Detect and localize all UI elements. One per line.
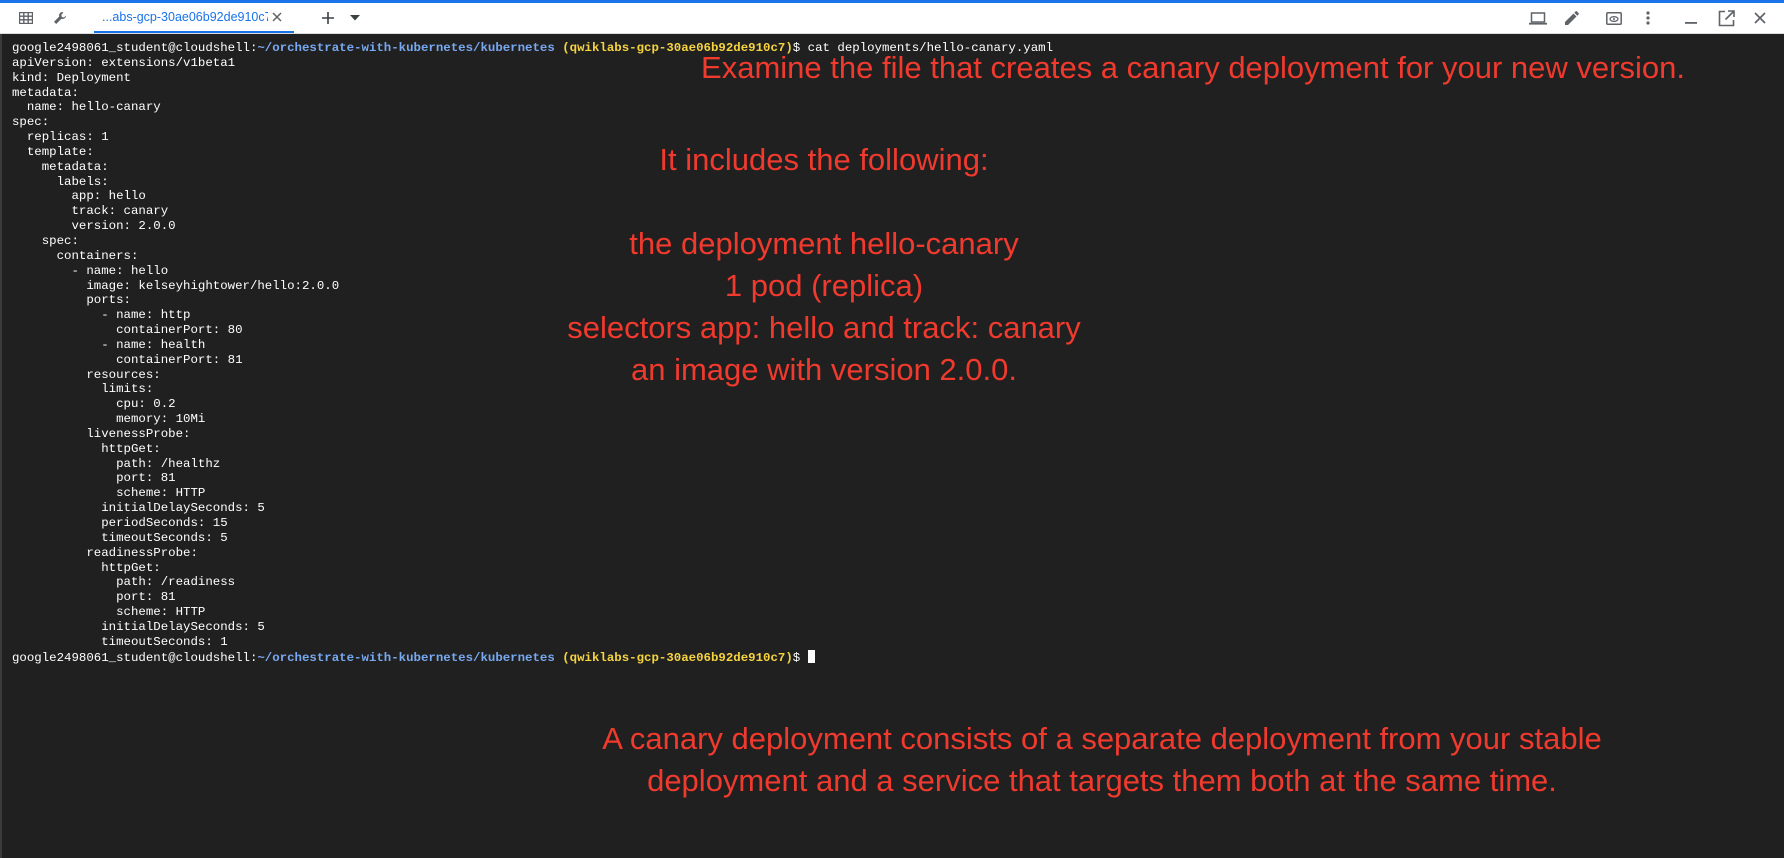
- yaml-line: scheme: HTTP: [12, 605, 206, 620]
- yaml-line: spec:: [12, 115, 50, 130]
- tab-cloudshell-session[interactable]: ...abs-gcp-30ae06b92de910c7): [94, 3, 294, 33]
- yaml-line: timeoutSeconds: 1: [12, 634, 228, 649]
- yaml-line: name: hello-canary: [12, 100, 161, 115]
- yaml-line: scheme: HTTP: [12, 486, 206, 501]
- yaml-line: resources:: [12, 367, 161, 382]
- minimize-icon[interactable]: [1677, 3, 1705, 33]
- prompt-symbol: $: [792, 650, 808, 665]
- yaml-line: labels:: [12, 174, 109, 189]
- prompt-user: google2498061_student@cloudshell:: [12, 650, 258, 665]
- yaml-line: containers:: [12, 248, 139, 263]
- prompt-line: google2498061_student@cloudshell:~/orche…: [12, 649, 815, 665]
- preview-icon[interactable]: [1600, 3, 1628, 33]
- yaml-line: image: kelseyhightower/hello:2.0.0: [12, 278, 340, 293]
- cloudshell-toolbar: ...abs-gcp-30ae06b92de910c7): [0, 3, 1784, 34]
- yaml-line: cpu: 0.2: [12, 397, 176, 412]
- yaml-line: initialDelaySeconds: 5: [12, 619, 265, 634]
- yaml-line: containerPort: 81: [12, 352, 243, 367]
- yaml-line: - name: hello: [12, 263, 169, 278]
- yaml-line: metadata:: [12, 159, 109, 174]
- yaml-line: - name: health: [12, 337, 206, 352]
- yaml-line: containerPort: 80: [12, 323, 243, 338]
- yaml-line: limits:: [12, 382, 154, 397]
- prompt-user: google2498061_student@cloudshell:: [12, 41, 258, 55]
- annotation-line: an image with version 2.0.0.: [631, 352, 1017, 387]
- annotation-line: selectors app: hello and track: canary: [567, 310, 1081, 345]
- chevron-down-icon[interactable]: [344, 3, 366, 33]
- laptop-icon[interactable]: [1524, 3, 1552, 33]
- add-tab-icon[interactable]: [314, 3, 342, 33]
- yaml-line: version: 2.0.0: [12, 219, 176, 234]
- prompt-path: ~/orchestrate-with-kubernetes/kubernetes: [257, 41, 555, 55]
- yaml-line: httpGet:: [12, 441, 161, 456]
- yaml-line: apiVersion: extensions/v1beta1: [12, 55, 236, 70]
- annotation-line: 1 pod (replica): [724, 268, 924, 303]
- yaml-line: path: /readiness: [12, 575, 236, 590]
- yaml-line: readinessProbe:: [12, 545, 198, 560]
- yaml-line: periodSeconds: 15: [12, 516, 228, 530]
- annotation-line: [524, 181, 1124, 223]
- annotation-examine: Examine the file that creates a canary d…: [701, 50, 1685, 85]
- annotation-canary-note: A canary deployment consists of a separa…: [502, 718, 1702, 802]
- yaml-line: httpGet:: [12, 560, 161, 575]
- yaml-line: replicas: 1: [12, 130, 109, 145]
- yaml-line: livenessProbe:: [12, 426, 191, 441]
- pencil-icon[interactable]: [1558, 3, 1586, 33]
- annotation-line: A canary deployment consists of a separa…: [602, 721, 1602, 756]
- yaml-line: ports:: [12, 293, 131, 308]
- close-icon[interactable]: [1746, 3, 1774, 33]
- prompt-path: ~/orchestrate-with-kubernetes/kubernetes: [257, 650, 555, 665]
- annotation-line: deployment and a service that targets th…: [647, 763, 1557, 798]
- yaml-line: initialDelaySeconds: 5: [12, 501, 265, 516]
- yaml-line: kind: Deployment: [12, 70, 131, 85]
- yaml-line: track: canary: [12, 204, 169, 219]
- yaml-line: memory: 10Mi: [12, 412, 206, 427]
- yaml-output: apiVersion: extensions/v1beta1 kind: Dep…: [12, 56, 339, 649]
- yaml-line: - name: http: [12, 308, 191, 323]
- annotation-line: It includes the following:: [659, 142, 989, 177]
- yaml-line: port: 81: [12, 590, 176, 605]
- terminal-cursor: [807, 649, 815, 663]
- more-vert-icon[interactable]: [1636, 3, 1660, 33]
- tab-title: ...abs-gcp-30ae06b92de910c7): [102, 10, 268, 24]
- annotation-line: the deployment hello-canary: [629, 226, 1019, 261]
- annotation-includes: It includes the following: the deploymen…: [524, 139, 1124, 391]
- yaml-line: path: /healthz: [12, 456, 221, 471]
- prompt-project: (qwiklabs-gcp-30ae06b92de910c7): [562, 650, 793, 665]
- yaml-line: spec:: [12, 233, 79, 248]
- yaml-line: template:: [12, 144, 94, 159]
- terminal-panel[interactable]: google2498061_student@cloudshell:~/orche…: [0, 34, 1784, 858]
- yaml-line: timeoutSeconds: 5: [12, 530, 228, 545]
- grid-icon[interactable]: [12, 3, 40, 33]
- tab-close-icon[interactable]: [268, 8, 286, 26]
- wrench-icon[interactable]: [46, 3, 74, 33]
- open-new-window-icon[interactable]: [1712, 3, 1740, 33]
- yaml-line: port: 81: [12, 471, 176, 486]
- yaml-line: app: hello: [12, 189, 146, 204]
- yaml-line: metadata:: [12, 85, 79, 100]
